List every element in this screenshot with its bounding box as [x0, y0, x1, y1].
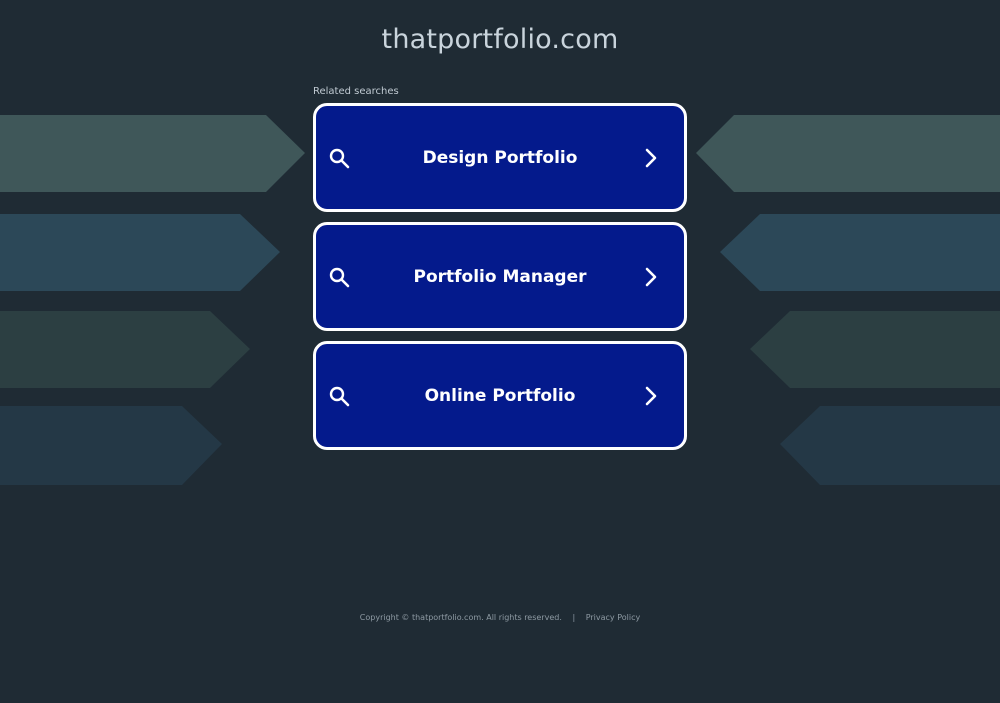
right-band-1 — [696, 115, 1000, 192]
chevron-right-icon — [645, 386, 657, 405]
privacy-policy-link[interactable]: Privacy Policy — [586, 613, 641, 622]
related-searches-label: Related searches — [313, 86, 399, 97]
search-link-label: Online Portfolio — [424, 385, 576, 406]
search-link-design-portfolio[interactable]: Design Portfolio — [313, 103, 687, 212]
right-band-2 — [720, 214, 1000, 291]
left-band-3 — [0, 311, 250, 388]
footer: Copyright © thatportfolio.com. All right… — [0, 613, 1000, 622]
search-link-label: Portfolio Manager — [413, 266, 587, 287]
left-band-4 — [0, 406, 222, 485]
related-searches-list: Design Portfolio Portfolio Manager Onlin… — [313, 103, 687, 460]
search-link-portfolio-manager[interactable]: Portfolio Manager — [313, 222, 687, 331]
left-band-2 — [0, 214, 280, 291]
site-title: thatportfolio.com — [381, 24, 619, 55]
chevron-right-icon — [645, 148, 657, 167]
search-link-label: Design Portfolio — [422, 147, 578, 168]
right-band-4 — [780, 406, 1000, 485]
copyright-text: Copyright © thatportfolio.com. All right… — [359, 613, 562, 622]
search-link-online-portfolio[interactable]: Online Portfolio — [313, 341, 687, 450]
chevron-right-icon — [645, 267, 657, 286]
left-band-1 — [0, 115, 305, 192]
footer-separator: | — [572, 613, 576, 622]
right-band-3 — [750, 311, 1000, 388]
